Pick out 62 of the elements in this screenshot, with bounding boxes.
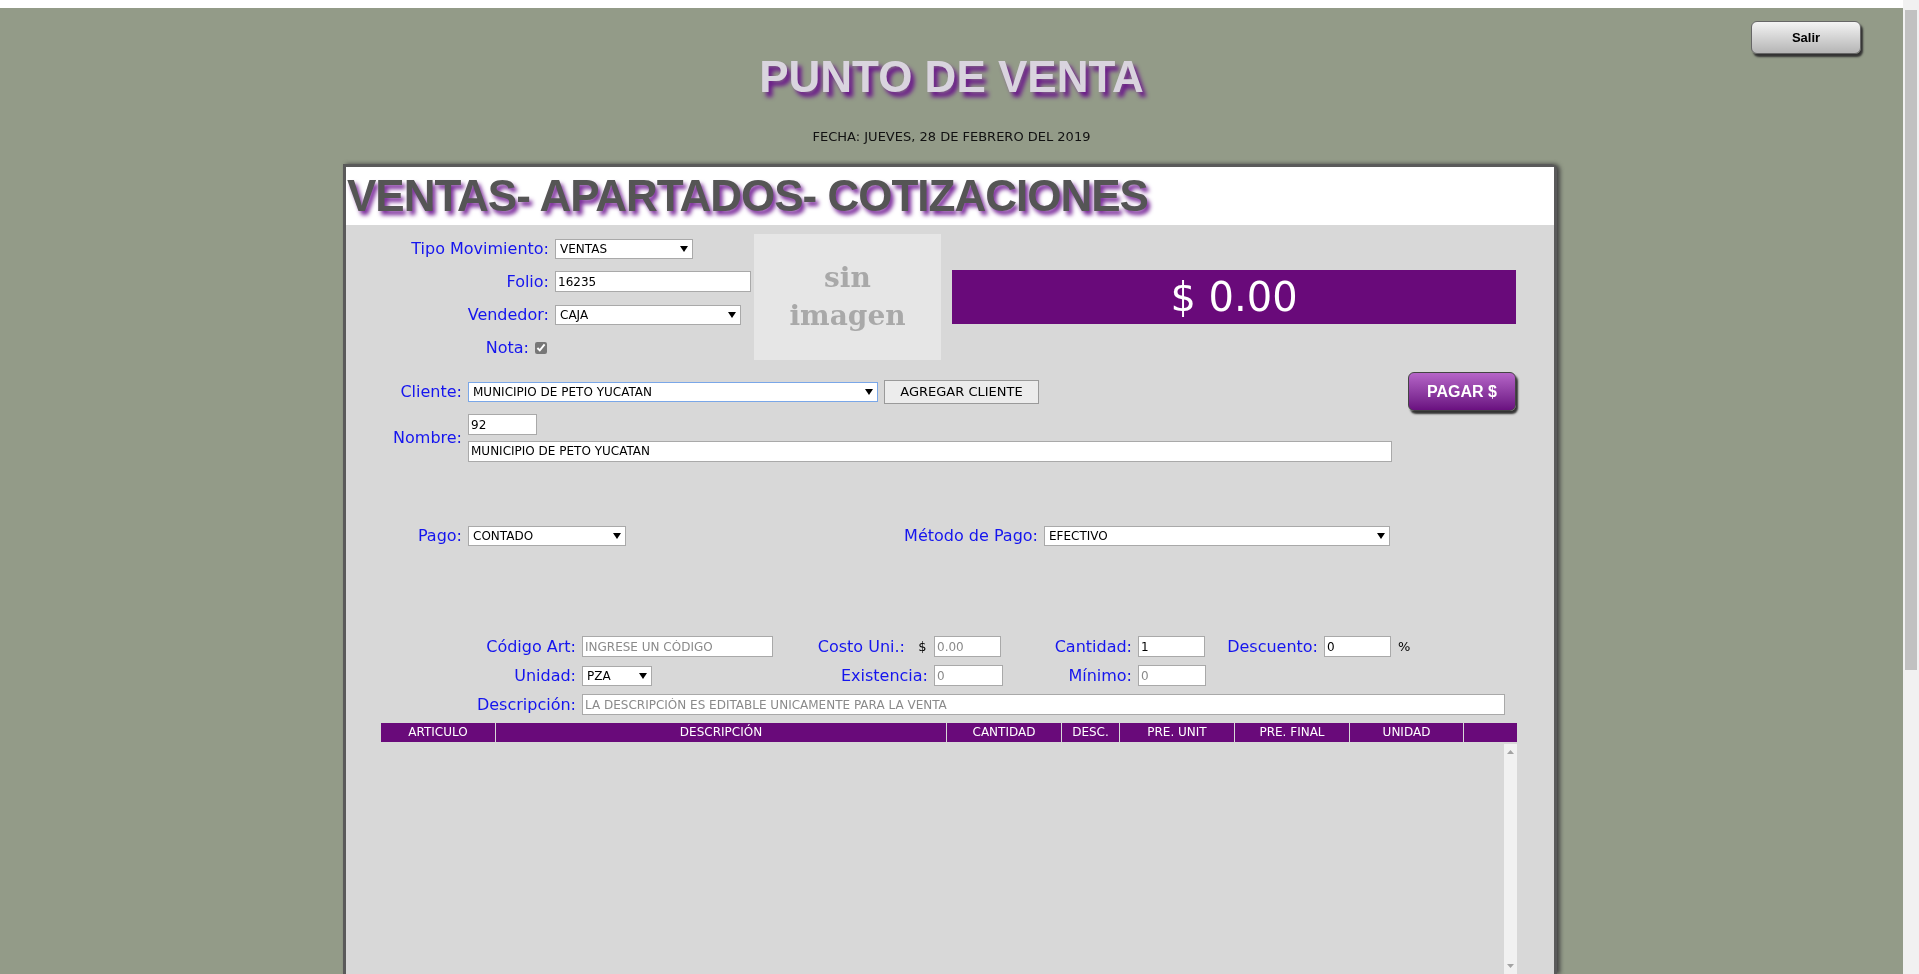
page-title: PUNTO DE VENTA bbox=[759, 55, 1144, 99]
unit-select[interactable]: PZA bbox=[582, 665, 652, 686]
table-header-cell: UNIDAD bbox=[1350, 723, 1463, 742]
client-select[interactable]: MUNICIPIO DE PETO YUCATAN bbox=[468, 381, 878, 402]
panel-title: VENTAS- APARTADOS- COTIZACIONES bbox=[346, 173, 1148, 219]
field-label: Código Art: bbox=[485, 635, 577, 658]
caret-icon bbox=[1377, 533, 1385, 539]
field-label: Método de Pago: bbox=[903, 525, 1039, 547]
quantity-field[interactable]: 1 bbox=[1138, 636, 1205, 657]
field-label: Folio: bbox=[505, 270, 550, 293]
scrollbar[interactable] bbox=[1504, 744, 1517, 974]
unit-cost-field[interactable]: 0.00 bbox=[934, 636, 1001, 657]
date-text: FECHA: JUEVES, 28 DE FEBRERO DEL 2019 bbox=[812, 130, 1091, 144]
table-header-cell: CANTIDAD bbox=[947, 723, 1061, 742]
field-label: Existencia: bbox=[839, 664, 929, 687]
field-label: Descuento: bbox=[1226, 635, 1319, 658]
pay-button[interactable]: PAGAR $ bbox=[1408, 372, 1516, 411]
note-checkbox[interactable] bbox=[535, 341, 547, 354]
page-scrollbar[interactable] bbox=[1903, 0, 1919, 974]
minimum-field[interactable]: 0 bbox=[1138, 665, 1206, 686]
description-field[interactable]: LA DESCRIPCIÓN ES EDITABLE UNICAMENTE PARA LA VENTA bbox=[582, 694, 1505, 715]
stock-field[interactable]: 0 bbox=[934, 665, 1003, 686]
scroll-up-icon[interactable] bbox=[1507, 750, 1514, 754]
table-header-cell: ARTICULO bbox=[381, 723, 495, 742]
field-label: Cliente: bbox=[399, 380, 463, 403]
item-code-field[interactable]: INGRESE UN CÓDIGO bbox=[582, 636, 773, 657]
field-label: Pago: bbox=[416, 525, 463, 547]
folio-field[interactable]: 16235 bbox=[555, 271, 751, 292]
percent-symbol: % bbox=[1398, 637, 1411, 656]
add-client-button[interactable]: AGREGAR CLIENTE bbox=[884, 379, 1039, 404]
caret-icon bbox=[865, 388, 873, 395]
caret-icon bbox=[639, 672, 647, 679]
field-label: Descripción: bbox=[475, 693, 577, 716]
placeholder-text: sin imagen bbox=[788, 260, 907, 334]
table-header-cell: PRE. FINAL bbox=[1235, 723, 1349, 742]
field-label: Vendedor: bbox=[466, 303, 550, 326]
scroll-down-icon[interactable] bbox=[1507, 964, 1514, 968]
movement-type-select[interactable]: VENTAS bbox=[555, 238, 693, 259]
table-header-cell: DESCRIPCIÓN bbox=[496, 723, 946, 742]
caret-icon bbox=[613, 533, 621, 539]
field-label: Nombre: bbox=[392, 427, 463, 449]
currency-symbol: $ bbox=[917, 637, 928, 656]
field-label: Costo Uni.: bbox=[816, 635, 906, 658]
field-label: Unidad: bbox=[513, 664, 577, 687]
seller-select[interactable]: CAJA bbox=[555, 304, 741, 325]
scrollbar-thumb[interactable] bbox=[1905, 10, 1917, 670]
client-code-field[interactable]: 92 bbox=[468, 414, 537, 435]
total-display: $ 0.00 bbox=[952, 270, 1516, 324]
field-label: Tipo Movimiento: bbox=[410, 237, 550, 260]
client-name-field[interactable]: MUNICIPIO DE PETO YUCATAN bbox=[468, 440, 1392, 462]
field-label: Mínimo: bbox=[1067, 664, 1133, 687]
table-header-cell: DESC. bbox=[1062, 723, 1119, 742]
caret-icon bbox=[680, 245, 688, 252]
table-header-cell bbox=[1464, 723, 1517, 742]
payment-select[interactable]: CONTADO bbox=[468, 526, 626, 546]
caret-icon bbox=[728, 311, 736, 318]
discount-field[interactable]: 0 bbox=[1324, 636, 1391, 657]
payment-method-select[interactable]: EFECTIVO bbox=[1044, 526, 1390, 546]
field-label: Cantidad: bbox=[1053, 635, 1133, 658]
table-header-cell: PRE. UNIT bbox=[1120, 723, 1234, 742]
field-label: Nota: bbox=[484, 336, 530, 359]
exit-button[interactable]: Salir bbox=[1751, 21, 1861, 54]
